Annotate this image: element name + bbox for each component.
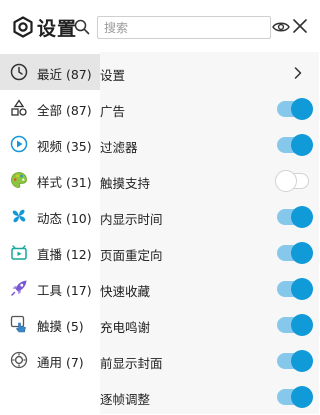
search-input[interactable] — [97, 16, 271, 39]
settings-row-label: 广告 — [100, 104, 126, 119]
quick-favorite-toggle[interactable] — [277, 278, 313, 300]
sidebar-item-dynamic[interactable]: 动态 (10) — [0, 198, 100, 234]
settings-row-label: 逐帧调整 — [100, 392, 151, 407]
settings-row[interactable]: 设置 — [100, 55, 319, 91]
touch-support-toggle[interactable] — [275, 170, 309, 192]
sidebar-item-label: 动态 (10) — [37, 211, 92, 226]
settings-list: 设置 广告 过滤器 触摸支持 内显示时间 页面重定向 快速收藏 充电鸣谢 前显示… — [100, 52, 319, 414]
page-title: 设置 — [37, 18, 78, 40]
show-time-toggle[interactable] — [277, 206, 313, 228]
touch-icon — [10, 315, 26, 333]
settings-row: 广告 — [100, 91, 319, 127]
settings-row: 过滤器 — [100, 127, 319, 163]
chevron-right-icon — [294, 67, 302, 79]
pinwheel-icon — [12, 209, 26, 223]
sidebar-item-label: 触摸 (5) — [37, 319, 84, 334]
sidebar-item-label: 视频 (35) — [37, 139, 92, 154]
eye-icon[interactable] — [272, 20, 290, 34]
frame-step-toggle[interactable] — [277, 386, 313, 408]
sidebar-item-live[interactable]: 直播 (12) — [0, 234, 100, 270]
show-cover-toggle[interactable] — [277, 350, 313, 372]
rocket-icon — [11, 280, 27, 296]
clock-icon — [10, 63, 28, 81]
category-sidebar: 最近 (87) 全部 (87) 视频 (35) 样式 (31) 动态 (10) … — [0, 52, 100, 414]
page-redirect-toggle[interactable] — [277, 242, 313, 264]
settings-row-label: 触摸支持 — [100, 176, 151, 191]
sidebar-item-label: 通用 (7) — [37, 355, 84, 370]
sidebar-item-recent[interactable]: 最近 (87) — [0, 54, 100, 90]
settings-row-label: 内显示时间 — [100, 212, 163, 227]
hexagon-logo-icon — [13, 16, 33, 38]
settings-row-label: 设置 — [100, 68, 126, 83]
settings-row: 快速收藏 — [100, 271, 319, 307]
filter-toggle[interactable] — [277, 134, 313, 156]
settings-row: 前显示封面 — [100, 343, 319, 379]
header: 设置 — [0, 0, 319, 52]
sidebar-item-tools[interactable]: 工具 (17) — [0, 270, 100, 306]
charge-thanks-toggle[interactable] — [277, 314, 313, 336]
palette-icon — [11, 172, 27, 188]
settings-row-label: 页面重定向 — [100, 248, 163, 263]
settings-row-label: 充电鸣谢 — [100, 320, 151, 335]
sidebar-item-touch[interactable]: 触摸 (5) — [0, 306, 100, 342]
search-icon[interactable] — [74, 19, 90, 35]
sidebar-item-general[interactable]: 通用 (7) — [0, 342, 100, 378]
ads-toggle[interactable] — [277, 98, 313, 120]
live-tv-icon — [11, 245, 27, 260]
sidebar-item-all[interactable]: 全部 (87) — [0, 90, 100, 126]
sidebar-item-label: 样式 (31) — [37, 175, 92, 190]
settings-row-label: 快速收藏 — [100, 284, 151, 299]
sidebar-item-label: 最近 (87) — [37, 67, 92, 82]
settings-row: 触摸支持 — [100, 163, 319, 199]
sidebar-item-label: 工具 (17) — [37, 283, 92, 298]
settings-row-label: 前显示封面 — [100, 356, 163, 371]
settings-row: 内显示时间 — [100, 199, 319, 235]
settings-row: 充电鸣谢 — [100, 307, 319, 343]
settings-row: 页面重定向 — [100, 235, 319, 271]
close-icon[interactable] — [293, 19, 307, 33]
sidebar-item-label: 全部 (87) — [37, 103, 92, 118]
gear-icon — [10, 351, 28, 369]
play-circle-icon — [10, 135, 28, 153]
settings-row-label: 过滤器 — [100, 140, 138, 155]
sidebar-item-label: 直播 (12) — [37, 247, 92, 262]
sidebar-item-style[interactable]: 样式 (31) — [0, 162, 100, 198]
shapes-icon — [11, 99, 27, 116]
settings-row: 逐帧调整 — [100, 379, 319, 415]
sidebar-item-video[interactable]: 视频 (35) — [0, 126, 100, 162]
